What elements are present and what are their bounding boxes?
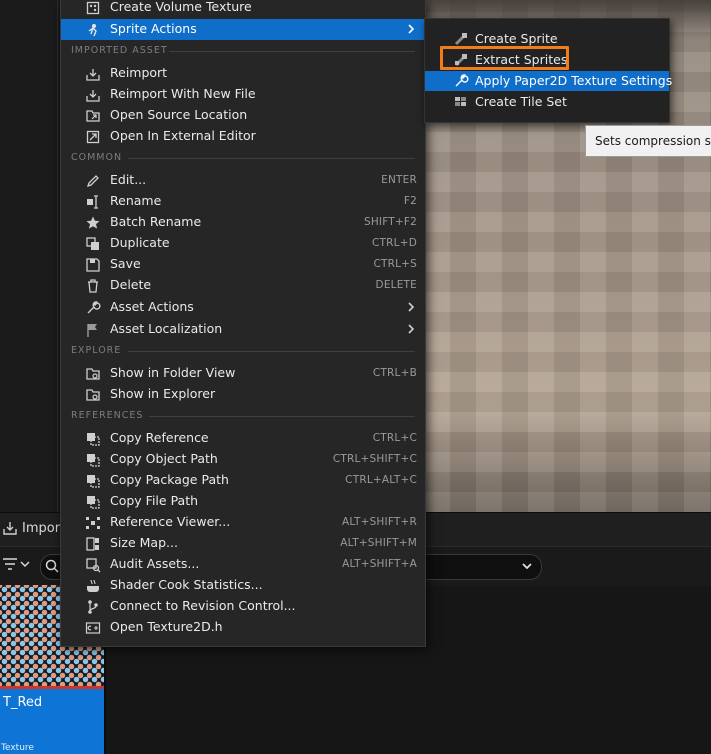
menu-item-batch-rename[interactable]: Batch Rename SHIFT+F2 bbox=[61, 212, 425, 233]
panel-divider bbox=[57, 0, 58, 512]
menu-item-size-map[interactable]: Size Map... ALT+SHIFT+M bbox=[61, 533, 425, 554]
import-label: Import bbox=[22, 520, 66, 536]
wrench-icon bbox=[455, 74, 469, 87]
menu-item-save[interactable]: Save CTRL+S bbox=[61, 254, 425, 275]
copy-icon bbox=[87, 496, 100, 509]
chevron-right-icon bbox=[408, 324, 415, 334]
context-menu: Create Volume Texture Sprite Actions IMP… bbox=[60, 0, 426, 647]
cooking-pot-icon bbox=[87, 579, 99, 592]
filter-icon bbox=[3, 558, 17, 570]
menu-item-asset-actions[interactable]: Asset Actions bbox=[61, 297, 425, 318]
menu-item-open-in-external-editor[interactable]: Open In External Editor bbox=[61, 126, 425, 147]
menu-item-show-in-explorer[interactable]: Show in Explorer bbox=[61, 384, 425, 405]
filter-button[interactable] bbox=[2, 557, 30, 571]
trash-icon bbox=[88, 279, 98, 293]
menu-item-copy-reference[interactable]: Copy Reference CTRL+C bbox=[61, 428, 425, 449]
asset-color-band bbox=[0, 686, 104, 689]
menu-item-open-texture2d-h[interactable]: Open Texture2D.h bbox=[61, 617, 425, 638]
volume-texture-icon bbox=[86, 1, 100, 15]
star-icon bbox=[86, 216, 100, 229]
menu-item-audit-assets[interactable]: Audit Assets... ALT+SHIFT+A bbox=[61, 554, 425, 575]
section-references: REFERENCES bbox=[71, 410, 415, 422]
flag-icon bbox=[87, 324, 97, 337]
chevron-down-icon[interactable] bbox=[521, 560, 533, 572]
menu-item-copy-file-path[interactable]: Copy File Path bbox=[61, 491, 425, 512]
menu-item-reimport[interactable]: Reimport bbox=[61, 63, 425, 84]
asset-name: T_Red bbox=[3, 695, 43, 710]
copy-icon bbox=[87, 433, 100, 446]
copy-icon bbox=[87, 475, 100, 488]
submenu-item-apply-paper2d-texture-settings[interactable]: Apply Paper2D Texture Settings bbox=[425, 71, 672, 91]
rename-icon bbox=[87, 195, 98, 209]
graph-icon bbox=[86, 517, 100, 529]
menu-item-edit[interactable]: Edit... ENTER bbox=[61, 170, 425, 191]
menu-item-show-in-folder-view[interactable]: Show in Folder View CTRL+B bbox=[61, 363, 425, 384]
folder-search-icon bbox=[86, 368, 100, 380]
search-icon bbox=[45, 559, 59, 573]
menu-item-connect-to-revision-control[interactable]: Connect to Revision Control... bbox=[61, 596, 425, 617]
duplicate-icon bbox=[86, 237, 99, 250]
tooltip: Sets compression settings bbox=[585, 125, 711, 157]
reimport-new-file-icon bbox=[86, 90, 100, 102]
section-common: COMMON bbox=[71, 152, 415, 164]
menu-item-shader-cook-statistics[interactable]: Shader Cook Statistics... bbox=[61, 575, 425, 596]
size-map-icon bbox=[86, 537, 99, 551]
asset-type: Texture bbox=[1, 743, 34, 753]
menu-item-reference-viewer[interactable]: Reference Viewer... ALT+SHIFT+R bbox=[61, 512, 425, 533]
sprite-icon bbox=[454, 32, 468, 46]
chevron-down-icon bbox=[20, 561, 30, 568]
menu-item-delete[interactable]: Delete DELETE bbox=[61, 275, 425, 296]
sprite-actions-icon bbox=[88, 24, 97, 37]
wrench-icon bbox=[87, 301, 101, 314]
chevron-right-icon bbox=[408, 302, 415, 312]
menu-item-copy-object-path[interactable]: Copy Object Path CTRL+SHIFT+C bbox=[61, 449, 425, 470]
folder-open-icon bbox=[86, 110, 100, 122]
sprite-actions-submenu: Create Sprite Extract Sprites Apply Pape… bbox=[424, 18, 672, 123]
pencil-icon bbox=[86, 175, 99, 188]
copy-icon bbox=[87, 454, 100, 467]
audit-icon bbox=[86, 558, 101, 573]
callout-highlight bbox=[440, 46, 569, 70]
import-icon bbox=[3, 522, 17, 535]
editor-left-panel bbox=[0, 0, 60, 512]
reimport-icon bbox=[86, 69, 100, 81]
folder-search-icon bbox=[86, 389, 100, 401]
branch-icon bbox=[88, 600, 98, 614]
chevron-right-icon bbox=[408, 24, 415, 34]
external-link-icon bbox=[86, 130, 100, 144]
menu-item-sprite-actions[interactable]: Sprite Actions bbox=[61, 19, 425, 40]
menu-item-asset-localization[interactable]: Asset Localization bbox=[61, 319, 425, 340]
section-imported-asset: IMPORTED ASSET bbox=[71, 45, 415, 57]
section-explore: EXPLORE bbox=[71, 345, 415, 357]
tile-set-icon bbox=[455, 97, 466, 106]
menu-item-duplicate[interactable]: Duplicate CTRL+D bbox=[61, 233, 425, 254]
submenu-item-create-tile-set[interactable]: Create Tile Set bbox=[425, 92, 669, 112]
menu-item-create-volume-texture[interactable]: Create Volume Texture bbox=[61, 0, 425, 18]
menu-item-copy-package-path[interactable]: Copy Package Path CTRL+ALT+C bbox=[61, 470, 425, 491]
menu-item-rename[interactable]: Rename F2 bbox=[61, 191, 425, 212]
cpp-file-icon bbox=[85, 622, 101, 634]
menu-item-reimport-with-new-file[interactable]: Reimport With New File bbox=[61, 84, 425, 105]
save-icon bbox=[86, 258, 100, 272]
import-button[interactable]: Import bbox=[2, 520, 65, 536]
menu-item-open-source-location[interactable]: Open Source Location bbox=[61, 105, 425, 126]
